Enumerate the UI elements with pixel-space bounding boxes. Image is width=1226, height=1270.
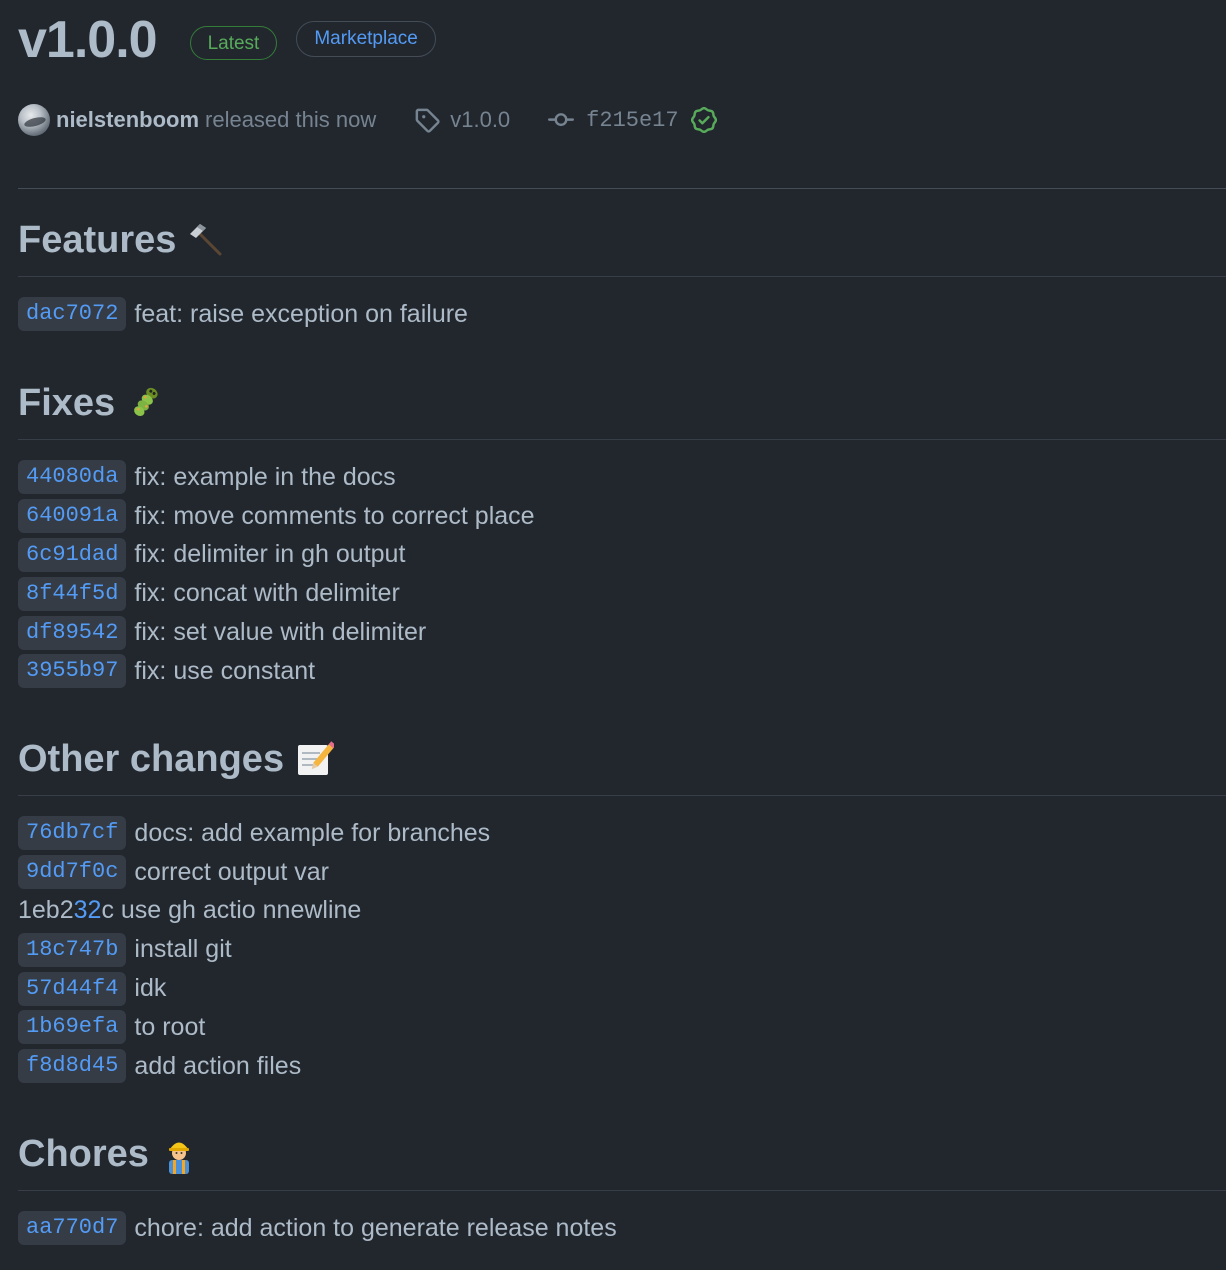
commit-message: fix: delimiter in gh output	[134, 540, 406, 569]
section-heading: Features	[18, 216, 1226, 264]
commit-sha-link[interactable]: 44080da	[18, 460, 127, 495]
commit-message: install git	[134, 935, 232, 964]
commit-sha-link[interactable]: 57d44f4	[18, 971, 127, 1006]
tag-link[interactable]: v1.0.0	[414, 107, 510, 133]
hammer-icon	[186, 220, 226, 260]
other-changes-list: 76db7cf docs: add example for branches 9…	[18, 814, 1226, 1086]
list-item: 76db7cf docs: add example for branches	[18, 814, 1226, 853]
commit-message: fix: example in the docs	[134, 462, 396, 491]
memo-icon	[294, 739, 335, 779]
commit-message: to root	[134, 1012, 206, 1041]
section-title: Other changes	[18, 738, 285, 780]
commit-message: c use gh actio nnewline	[101, 896, 362, 925]
list-item: f8d8d45 add action files	[18, 1047, 1226, 1086]
commit-message: fix: concat with delimiter	[134, 579, 400, 608]
commit-sha-link[interactable]: dac7072	[18, 297, 127, 332]
release-header: v1.0.0 Latest Marketplace	[18, 8, 436, 72]
commit-sha-link[interactable]: df89542	[18, 615, 127, 650]
release-meta: nielstenboom released this now v1.0.0 f2…	[18, 102, 717, 138]
list-item: 9dd7f0c correct output var	[18, 853, 1226, 892]
commit-icon	[548, 107, 575, 133]
commit-message: fix: set value with delimiter	[134, 618, 427, 647]
commit-message: chore: add action to generate release no…	[134, 1213, 617, 1242]
commit-message: idk	[134, 974, 167, 1003]
list-item: 44080da fix: example in the docs	[18, 458, 1226, 497]
section-divider	[18, 276, 1226, 277]
commit-message: add action files	[134, 1051, 302, 1080]
commit-sha: f215e17	[586, 107, 679, 133]
commit-sha-link[interactable]: 8f44f5d	[18, 576, 127, 611]
fixes-section: Fixes 44080da fix: example in the docs 6…	[18, 379, 1226, 691]
commit-sha-link[interactable]: 76db7cf	[18, 816, 127, 851]
commit-message: docs: add example for branches	[134, 818, 491, 847]
commit-sha-link[interactable]: 3955b97	[18, 654, 127, 689]
verified-check-icon[interactable]	[690, 107, 717, 133]
header-divider	[18, 188, 1226, 189]
author-link[interactable]: nielstenboom	[56, 107, 199, 133]
commit-sha-link[interactable]: 1b69efa	[18, 1010, 127, 1045]
features-section: Features dac7072 feat: raise exception o…	[18, 216, 1226, 334]
list-item: 8f44f5d fix: concat with delimiter	[18, 574, 1226, 613]
list-item: 1b69efa to root	[18, 1008, 1226, 1047]
fixes-list: 44080da fix: example in the docs 640091a…	[18, 458, 1226, 691]
list-item: 640091a fix: move comments to correct pl…	[18, 497, 1226, 536]
issue-link[interactable]: 32	[74, 896, 102, 925]
section-title: Chores	[18, 1133, 149, 1175]
commit-sha-link[interactable]: 9dd7f0c	[18, 855, 127, 890]
latest-badge: Latest	[189, 26, 278, 60]
release-title[interactable]: v1.0.0	[18, 8, 158, 72]
list-item: dac7072 feat: raise exception on failure	[18, 295, 1226, 334]
release-page: v1.0.0 Latest Marketplace nielstenboom r…	[0, 0, 1226, 1270]
list-item: 1eb2 32 c use gh actio nnewline	[18, 892, 1226, 931]
bug-icon	[125, 383, 165, 423]
section-title: Features	[18, 219, 177, 261]
avatar[interactable]	[18, 104, 50, 136]
commit-link[interactable]: f215e17	[548, 107, 717, 133]
list-item: 6c91dad fix: delimiter in gh output	[18, 536, 1226, 575]
tag-icon	[414, 107, 440, 133]
commit-sha-link[interactable]: 18c747b	[18, 932, 127, 967]
other-changes-section: Other changes 76db7cf docs: add example …	[18, 735, 1226, 1086]
commit-sha-link[interactable]: 6c91dad	[18, 537, 127, 572]
commit-sha-link[interactable]: aa770d7	[18, 1211, 127, 1246]
commit-sha-link[interactable]: 640091a	[18, 499, 127, 534]
commit-message: correct output var	[134, 857, 329, 886]
commit-message: fix: move comments to correct place	[134, 501, 535, 530]
chores-list: aa770d7 chore: add action to generate re…	[18, 1209, 1226, 1248]
commit-sha-link[interactable]: f8d8d45	[18, 1049, 127, 1084]
construction-worker-icon	[159, 1134, 199, 1174]
list-item: aa770d7 chore: add action to generate re…	[18, 1209, 1226, 1248]
list-item: 3955b97 fix: use constant	[18, 652, 1226, 691]
commit-message-prefix: 1eb2	[18, 896, 74, 925]
released-text: released this now	[205, 107, 377, 132]
section-divider	[18, 1190, 1226, 1191]
list-item: 18c747b install git	[18, 930, 1226, 969]
section-divider	[18, 795, 1226, 796]
features-list: dac7072 feat: raise exception on failure	[18, 295, 1226, 334]
commit-message: fix: use constant	[134, 656, 316, 685]
tag-label: v1.0.0	[450, 107, 511, 132]
section-title: Fixes	[18, 382, 116, 424]
section-divider	[18, 439, 1226, 440]
marketplace-badge[interactable]: Marketplace	[296, 21, 436, 57]
section-heading: Fixes	[18, 379, 1226, 427]
section-heading: Other changes	[18, 735, 1226, 783]
list-item: 57d44f4 idk	[18, 969, 1226, 1008]
section-heading: Chores	[18, 1130, 1226, 1178]
list-item: df89542 fix: set value with delimiter	[18, 613, 1226, 652]
commit-message: feat: raise exception on failure	[134, 299, 468, 328]
chores-section: Chores aa770d7 chore: add action to gene…	[18, 1130, 1226, 1248]
